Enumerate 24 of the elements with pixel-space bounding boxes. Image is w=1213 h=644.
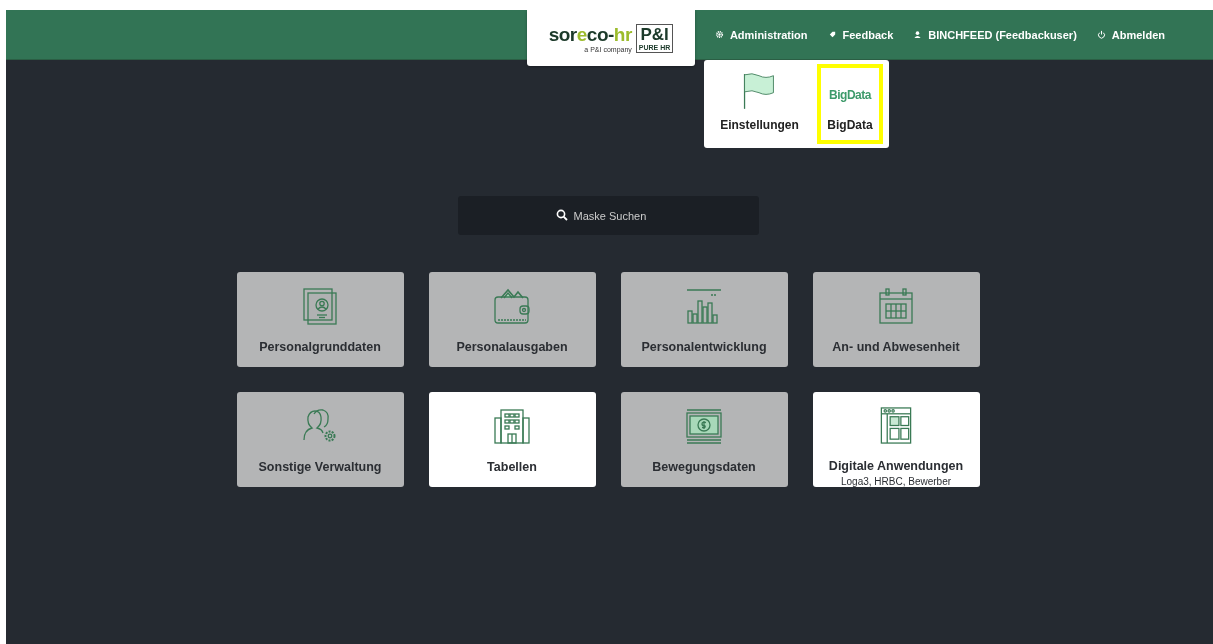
calendar-icon: [876, 286, 916, 326]
tag-icon: [827, 30, 837, 39]
money-icon: [684, 406, 724, 446]
menu-item[interactable]: BigData BigData: [817, 63, 883, 144]
wallet-icon: [492, 286, 532, 326]
bigdata-logo: BigData: [829, 87, 871, 102]
search-field[interactable]: Maske Suchen: [457, 196, 759, 235]
module-tile[interactable]: Tabellen: [428, 392, 596, 487]
flag-icon: [742, 71, 777, 110]
brand-name: soreco-hr: [548, 23, 632, 46]
settings-icon: [714, 30, 724, 39]
search-icon: [555, 209, 568, 221]
nav-link[interactable]: Feedback: [817, 22, 904, 47]
user-icon: [913, 30, 923, 39]
contact-icon: [300, 286, 340, 326]
tile-subtitle: Loga3, HRBC, Bewerber: [840, 476, 952, 487]
chart-icon: [684, 286, 724, 326]
power-icon: [1096, 30, 1106, 39]
nav-link[interactable]: Abmelden: [1086, 22, 1175, 47]
nav-link[interactable]: BINCHFEED (Feedbackuser): [903, 22, 1087, 47]
nav-link[interactable]: Administration: [704, 22, 818, 47]
module-tile[interactable]: Digitale Anwendungen Loga3, HRBC, Bewerber: [812, 392, 980, 487]
menu-item[interactable]: Einstellungen: [710, 63, 809, 144]
building-icon: [492, 406, 532, 446]
